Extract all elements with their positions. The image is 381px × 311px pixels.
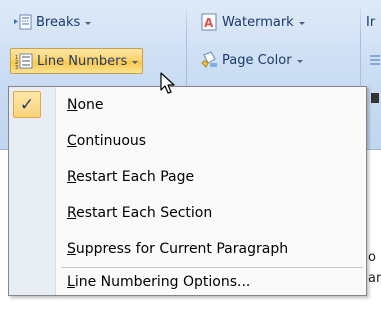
- watermark-button[interactable]: A Watermark: [196, 10, 309, 34]
- checkmark-icon: ✓: [13, 91, 41, 118]
- breaks-label: Breaks: [36, 14, 81, 30]
- menu-separator: [61, 267, 363, 268]
- menu-item-restart-each-page[interactable]: Restart Each Page: [9, 160, 366, 194]
- breaks-button[interactable]: Breaks: [10, 10, 95, 34]
- line-numbers-label: Line Numbers: [37, 53, 128, 69]
- page-color-label: Page Color: [222, 52, 292, 68]
- indent-group-label: Ir: [366, 14, 376, 30]
- page-color-icon: [201, 51, 217, 68]
- document-text-fragment: ar: [368, 271, 381, 286]
- mouse-cursor-icon: [160, 72, 175, 94]
- document-text-fragment: o: [368, 250, 376, 265]
- chevron-down-icon: [132, 60, 139, 64]
- menu-item-continuous[interactable]: Continuous: [9, 124, 366, 158]
- watermark-icon: A: [201, 13, 217, 31]
- watermark-label: Watermark: [222, 14, 294, 30]
- paragraph-icon: [370, 92, 380, 104]
- chevron-down-icon: [296, 59, 303, 63]
- svg-text:A: A: [204, 16, 214, 30]
- menu-item-suppress-current-paragraph[interactable]: Suppress for Current Paragraph: [9, 232, 366, 266]
- chevron-down-icon: [85, 21, 92, 25]
- line-numbers-button[interactable]: 1 2 3 Line Numbers: [10, 48, 144, 74]
- line-numbers-icon: 1 2 3: [15, 53, 33, 69]
- spacing-icon: [370, 54, 380, 68]
- menu-item-none[interactable]: ✓ None: [9, 88, 366, 122]
- line-numbers-menu: ✓ None Continuous Restart Each Page Rest…: [8, 86, 367, 296]
- menu-item-restart-each-section[interactable]: Restart Each Section: [9, 196, 366, 230]
- breaks-icon: [14, 14, 32, 30]
- chevron-down-icon: [298, 21, 305, 25]
- page-color-button[interactable]: Page Color: [196, 48, 307, 72]
- menu-item-line-numbering-options[interactable]: Line Numbering Options...: [9, 269, 366, 295]
- svg-text:3: 3: [15, 65, 18, 69]
